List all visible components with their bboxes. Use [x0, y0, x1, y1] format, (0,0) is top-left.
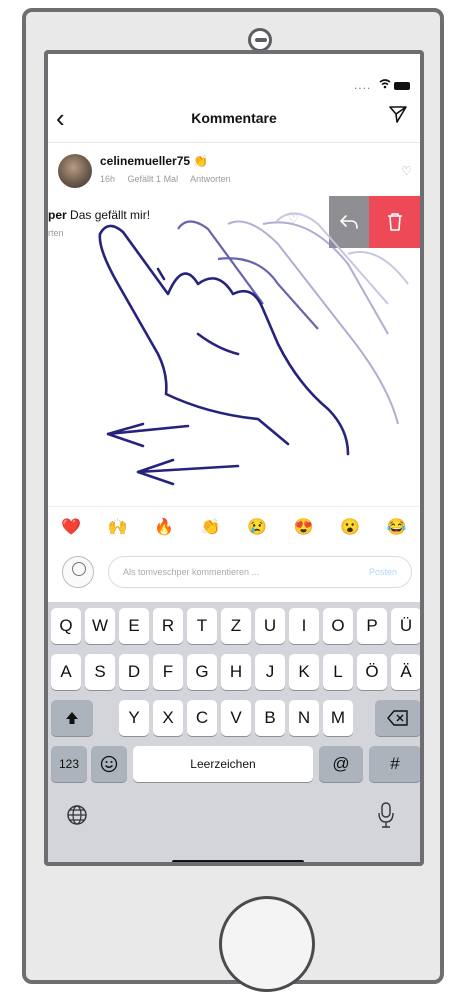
comment-likes[interactable]: Gefällt 1 Mal — [128, 174, 179, 184]
nav-bar: ‹ Kommentare — [48, 98, 420, 138]
space-key[interactable]: Leerzeichen — [133, 746, 313, 782]
key-ae[interactable]: Ä — [391, 654, 420, 690]
emoji-crying-button[interactable]: 😢 — [244, 517, 270, 537]
swiped-comment-reply-link[interactable]: rten — [48, 228, 64, 238]
avatar — [62, 556, 94, 588]
emoji-keyboard-key[interactable] — [91, 746, 127, 782]
key-n[interactable]: N — [289, 700, 319, 736]
comment-input-row: Als tomveschper kommentieren ... Posten — [48, 548, 420, 598]
shift-arrow-icon — [66, 712, 78, 724]
emoji-raised-hands-button[interactable]: 🙌 — [105, 517, 131, 537]
comment-item[interactable]: celinemueller75 👏 16h Gefällt 1 Mal Antwo… — [58, 148, 418, 198]
nav-divider — [48, 142, 420, 143]
emoji-heart-button[interactable]: ❤️ — [58, 517, 84, 537]
microphone-icon[interactable] — [378, 802, 394, 833]
key-k[interactable]: K — [289, 654, 319, 690]
swipe-reply-button[interactable] — [329, 196, 369, 248]
key-w[interactable]: W — [85, 608, 115, 644]
key-d[interactable]: D — [119, 654, 149, 690]
emoji-laughing-button[interactable]: 😂 — [384, 517, 410, 537]
emoji-surprised-button[interactable]: 😮 — [337, 517, 363, 537]
comment-meta: 16h Gefällt 1 Mal Antworten — [100, 174, 241, 184]
key-r[interactable]: R — [153, 608, 183, 644]
key-g[interactable]: G — [187, 654, 217, 690]
key-h[interactable]: H — [221, 654, 251, 690]
emoji-fire-button[interactable]: 🔥 — [151, 517, 177, 537]
hash-key[interactable]: # — [369, 746, 420, 782]
key-oe[interactable]: Ö — [357, 654, 387, 690]
like-heart-icon[interactable]: ♡ — [401, 164, 412, 178]
key-j[interactable]: J — [255, 654, 285, 690]
clap-emoji-icon: 👏 — [193, 154, 209, 168]
key-a[interactable]: A — [51, 654, 81, 690]
key-c[interactable]: C — [187, 700, 217, 736]
key-ue[interactable]: Ü — [391, 608, 420, 644]
key-i[interactable]: I — [289, 608, 319, 644]
comment-input[interactable]: Als tomveschper kommentieren ... Posten — [108, 556, 412, 588]
key-v[interactable]: V — [221, 700, 251, 736]
numbers-key[interactable]: 123 — [51, 746, 87, 782]
backspace-icon — [387, 710, 408, 726]
status-bar: .... — [354, 78, 410, 92]
reply-arrow-icon — [340, 215, 358, 229]
comment-username[interactable]: celinemueller75 👏 — [100, 154, 208, 168]
key-b[interactable]: B — [255, 700, 285, 736]
page-title: Kommentare — [191, 110, 277, 126]
key-l[interactable]: L — [323, 654, 353, 690]
key-q[interactable]: Q — [51, 608, 81, 644]
at-key[interactable]: @ — [319, 746, 363, 782]
key-u[interactable]: U — [255, 608, 285, 644]
post-button[interactable]: Posten — [369, 567, 397, 577]
comment-input-placeholder: Als tomveschper kommentieren ... — [123, 567, 260, 577]
home-indicator — [172, 860, 304, 862]
key-p[interactable]: P — [357, 608, 387, 644]
paper-plane-icon[interactable] — [388, 104, 408, 129]
emoji-quick-bar: ❤️ 🙌 🔥 👏 😢 😍 😮 😂 — [48, 506, 420, 547]
key-f[interactable]: F — [153, 654, 183, 690]
like-heart-icon[interactable]: ♡ — [288, 212, 299, 226]
signal-icon: .... — [353, 78, 372, 92]
key-e[interactable]: E — [119, 608, 149, 644]
key-s[interactable]: S — [85, 654, 115, 690]
screen: .... ‹ Kommentare celinemueller75 👏 16h G… — [44, 50, 424, 866]
home-button[interactable] — [219, 896, 315, 992]
key-x[interactable]: X — [153, 700, 183, 736]
comment-reply-link[interactable]: Antworten — [190, 174, 231, 184]
emoji-clap-button[interactable]: 👏 — [198, 517, 224, 537]
key-o[interactable]: O — [323, 608, 353, 644]
key-z[interactable]: Z — [221, 608, 251, 644]
backspace-key[interactable] — [375, 700, 420, 736]
battery-icon — [394, 81, 410, 90]
swiped-comment-text: per Das gefällt mir! — [48, 208, 151, 222]
smiley-icon — [100, 755, 118, 773]
back-button[interactable]: ‹ — [56, 103, 65, 133]
key-t[interactable]: T — [187, 608, 217, 644]
trash-icon — [388, 213, 402, 231]
key-m[interactable]: M — [323, 700, 353, 736]
globe-icon[interactable] — [66, 804, 88, 831]
key-y[interactable]: Y — [119, 700, 149, 736]
shift-key[interactable] — [51, 700, 93, 736]
emoji-heart-eyes-button[interactable]: 😍 — [291, 517, 317, 537]
wifi-icon — [379, 78, 394, 92]
avatar[interactable] — [58, 154, 92, 188]
speaker-icon — [248, 28, 272, 52]
keyboard: Q W E R T Z U I O P Ü A S D F G H J K L … — [48, 602, 420, 862]
comment-time: 16h — [100, 174, 116, 184]
swipe-delete-button[interactable] — [369, 196, 420, 248]
